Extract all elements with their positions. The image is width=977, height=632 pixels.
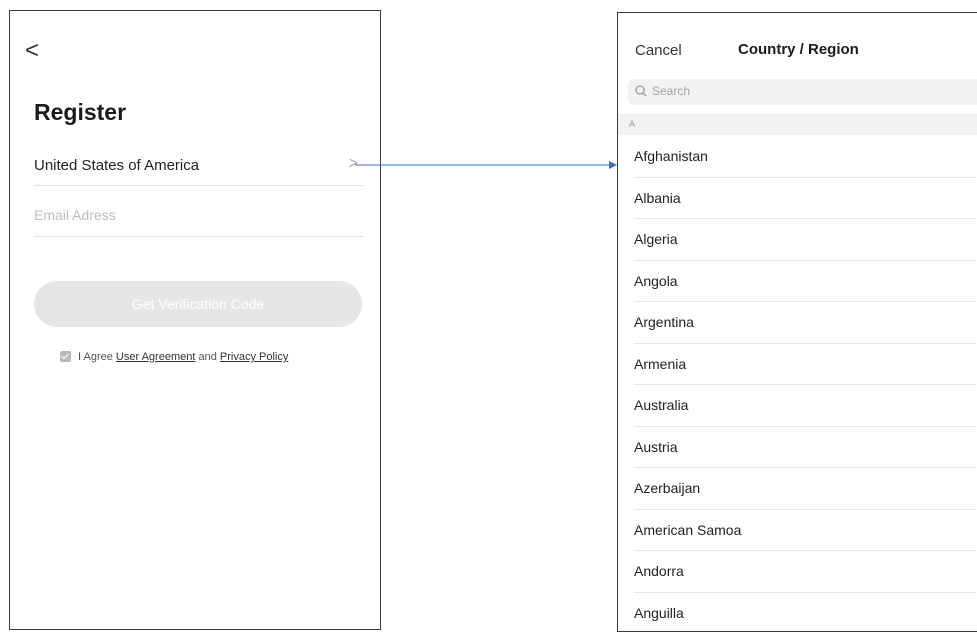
country-label: Australia	[634, 397, 688, 413]
country-item[interactable]: Afghanistan	[618, 136, 977, 178]
country-label: Afghanistan	[634, 148, 708, 164]
flow-arrow-head	[609, 161, 617, 169]
country-region-screen: Cancel Country / Region A Afghanistan Al…	[617, 12, 977, 632]
nav-bar: Cancel Country / Region	[618, 13, 977, 83]
country-label: Albania	[634, 190, 681, 206]
country-item[interactable]: Azerbaijan	[618, 468, 977, 510]
country-item[interactable]: Algeria	[618, 219, 977, 261]
country-item[interactable]: Austria	[618, 427, 977, 469]
country-label: Armenia	[634, 356, 686, 372]
country-label: American Samoa	[634, 522, 741, 538]
search-icon	[634, 84, 648, 98]
country-list: Afghanistan Albania Algeria Angola Argen…	[618, 136, 977, 632]
country-label: Azerbaijan	[634, 480, 700, 496]
country-label: Argentina	[634, 314, 694, 330]
country-label: Algeria	[634, 231, 678, 247]
country-label: Anguilla	[634, 605, 684, 621]
country-item[interactable]: Armenia	[618, 344, 977, 386]
country-item[interactable]: Anguilla	[618, 593, 977, 632]
search-input[interactable]	[652, 84, 972, 98]
country-item[interactable]: Andorra	[618, 551, 977, 593]
page-title: Country / Region	[738, 41, 859, 58]
country-label: Angola	[634, 273, 678, 289]
country-item[interactable]: Angola	[618, 261, 977, 303]
country-item[interactable]: Argentina	[618, 302, 977, 344]
search-bar[interactable]	[628, 79, 977, 105]
section-header-a: A	[618, 114, 977, 135]
country-item[interactable]: American Samoa	[618, 510, 977, 552]
country-label: Austria	[634, 439, 678, 455]
country-label: Andorra	[634, 563, 684, 579]
cancel-button[interactable]: Cancel	[635, 42, 682, 59]
country-item[interactable]: Australia	[618, 385, 977, 427]
country-item[interactable]: Albania	[618, 178, 977, 220]
